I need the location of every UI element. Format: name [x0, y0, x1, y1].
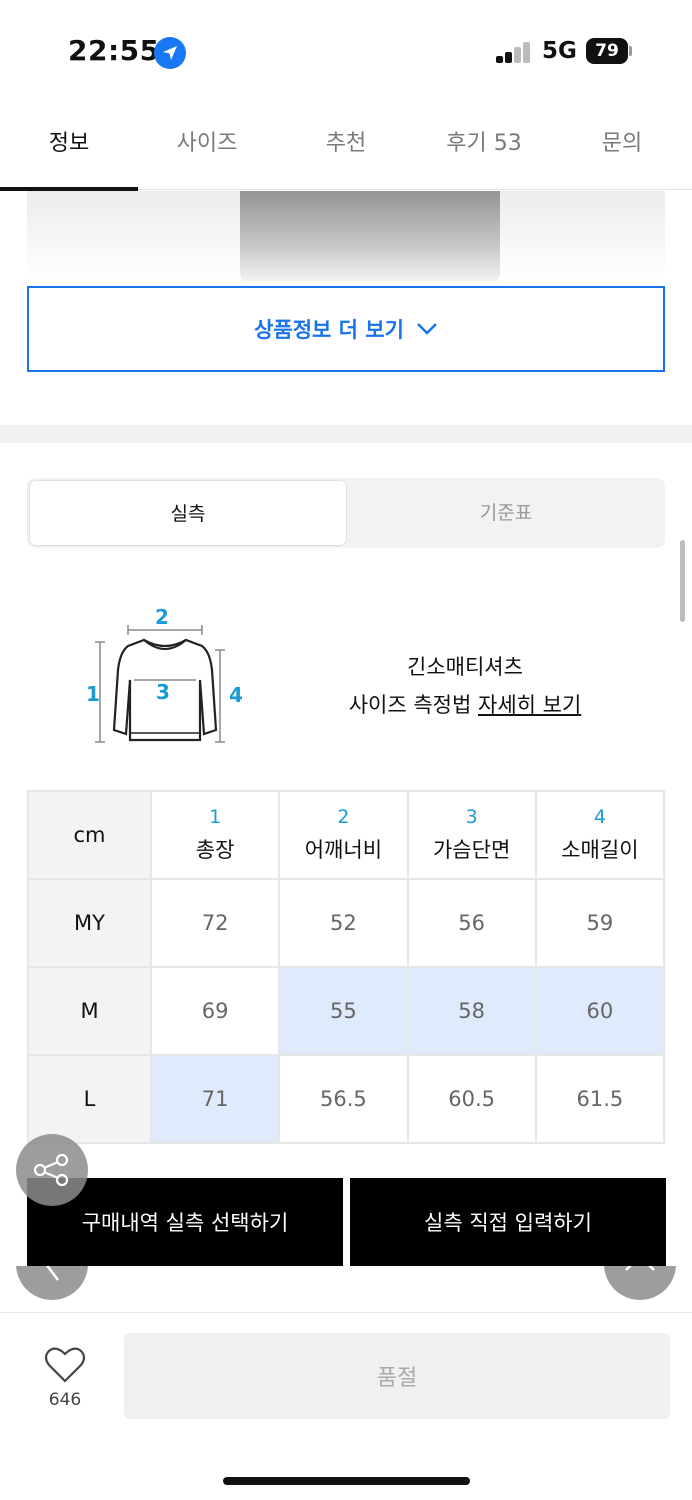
size-label: L [27, 1054, 152, 1144]
diagram-number-1: 1 [86, 682, 100, 706]
soldout-button: 품절 [124, 1333, 670, 1419]
diagram-number-4: 4 [229, 683, 243, 707]
table-header-row: cm 1 총장 2 어깨너비 3 가슴단면 4 소매길이 [27, 790, 666, 880]
size-type-segment: 실측 기준표 [27, 478, 665, 548]
column-header: 2 어깨너비 [278, 790, 409, 880]
status-bar: 22:55 5G 79 [0, 0, 692, 100]
battery-icon: 79 [586, 38, 632, 64]
table-row: MY 72 52 56 59 [27, 878, 666, 968]
size-table: cm 1 총장 2 어깨너비 3 가슴단면 4 소매길이 MY 72 52 56 59 … [27, 790, 666, 1144]
segment-standard[interactable]: 기준표 [347, 480, 665, 546]
like-count: 646 [48, 1390, 82, 1410]
more-product-info-button[interactable]: 상품정보 더 보기 [27, 286, 665, 372]
unit-cell: cm [27, 790, 152, 880]
tab-reviews[interactable]: 후기 53 [415, 100, 553, 190]
size-label: M [27, 966, 152, 1056]
scrollbar[interactable] [680, 540, 685, 622]
battery-level: 79 [586, 38, 628, 64]
table-cell: 56.5 [278, 1054, 409, 1144]
table-cell: 59 [534, 878, 666, 968]
section-divider [0, 425, 692, 443]
heart-icon[interactable] [44, 1346, 86, 1384]
table-cell: 71 [149, 1054, 281, 1144]
tab-info[interactable]: 정보 [0, 100, 138, 190]
table-cell: 52 [278, 878, 409, 968]
location-arrow-icon [154, 37, 186, 69]
table-cell: 56 [406, 878, 537, 968]
sweatshirt-measure-diagram-icon [95, 625, 225, 743]
how-to-measure-label: 사이즈 측정법 [348, 693, 478, 717]
tab-inquiry[interactable]: 문의 [553, 100, 691, 190]
table-cell: 69 [149, 966, 281, 1056]
how-to-measure-link[interactable]: 자세히 보기 [478, 693, 581, 717]
cellular-signal-icon [496, 41, 532, 63]
tab-size[interactable]: 사이즈 [138, 100, 276, 190]
column-header: 4 소매길이 [534, 790, 666, 880]
table-cell: 60.5 [406, 1054, 537, 1144]
table-row: M 69 55 58 60 [27, 966, 666, 1056]
more-product-info-label: 상품정보 더 보기 [254, 318, 404, 342]
product-image-preview [27, 191, 665, 281]
size-guide-text: 긴소매티셔츠 사이즈 측정법 자세히 보기 [320, 648, 610, 724]
table-cell: 61.5 [534, 1054, 666, 1144]
diagram-number-3: 3 [156, 680, 170, 704]
table-cell: 60 [534, 966, 666, 1056]
size-label: MY [27, 878, 152, 968]
tab-recommend[interactable]: 추천 [277, 100, 415, 190]
product-tabs: 정보 사이즈 추천 후기 53 문의 [0, 100, 692, 190]
direct-input-button[interactable]: 실측 직접 입력하기 [350, 1178, 666, 1266]
segment-actual[interactable]: 실측 [29, 480, 347, 546]
table-cell: 55 [278, 966, 409, 1056]
home-indicator [223, 1477, 470, 1485]
share-icon [33, 1153, 69, 1187]
column-header: 1 총장 [149, 790, 281, 880]
share-button[interactable] [16, 1134, 88, 1206]
column-header: 3 가슴단면 [406, 790, 537, 880]
diagram-number-2: 2 [155, 605, 169, 629]
network-type: 5G [542, 38, 577, 64]
table-row: L 71 56.5 60.5 61.5 [27, 1054, 666, 1144]
clock: 22:55 [68, 34, 160, 67]
table-cell: 58 [406, 966, 537, 1056]
category-name: 긴소매티셔츠 [407, 655, 523, 679]
chevron-down-icon [417, 323, 437, 335]
table-cell: 72 [149, 878, 281, 968]
